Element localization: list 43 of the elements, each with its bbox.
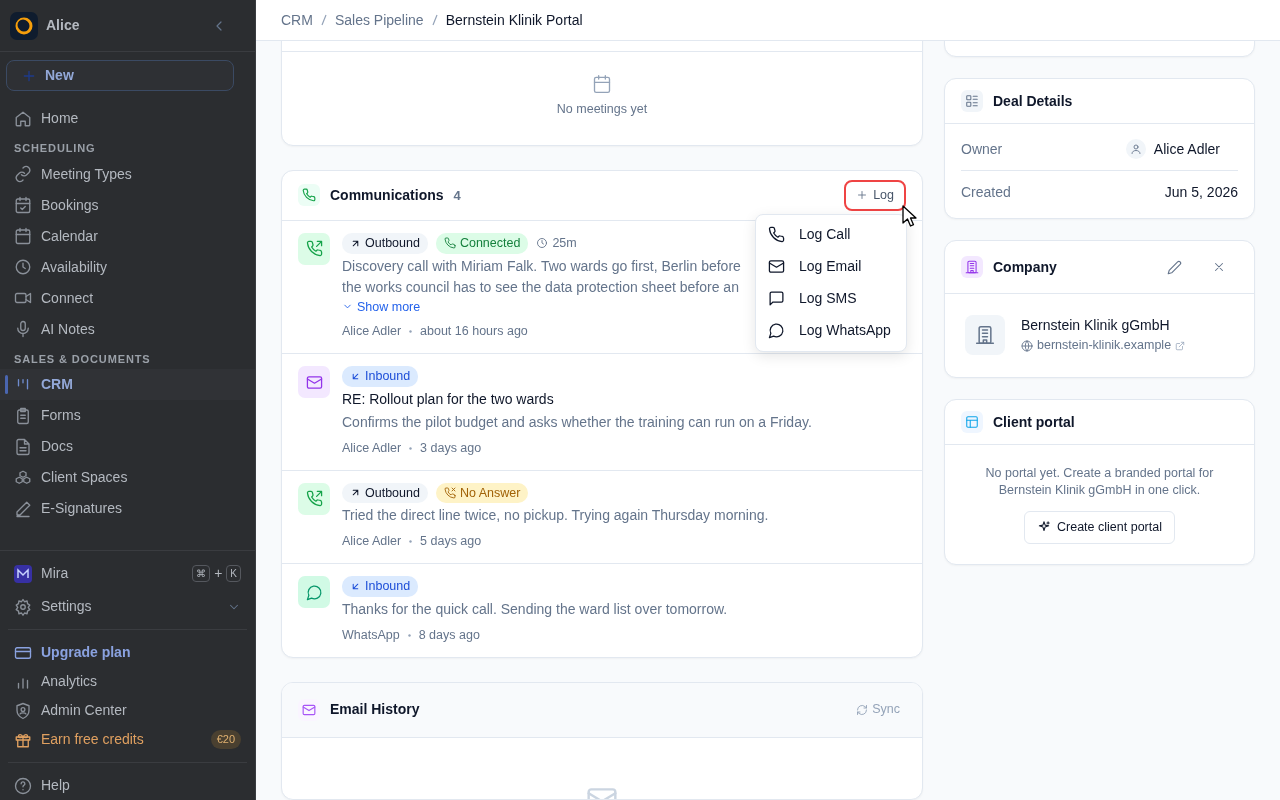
section-title: Communications bbox=[330, 185, 444, 205]
duration-label: 25m bbox=[536, 233, 577, 253]
card-title: Company bbox=[993, 257, 1057, 277]
assistant-label: Mira bbox=[41, 564, 70, 584]
author-label: Alice Adler bbox=[342, 533, 402, 551]
time-label: 8 days ago bbox=[418, 626, 480, 644]
time-label: 5 days ago bbox=[420, 533, 482, 551]
nav-label: Earn free credits bbox=[41, 730, 145, 750]
author-label: WhatsApp bbox=[342, 626, 400, 644]
message-text: Tried the direct line twice, no pickup. Trying again Thursday morning. bbox=[342, 506, 770, 526]
section-heading: SCHEDULING bbox=[13, 141, 97, 157]
time-label: about 16 hours ago bbox=[420, 323, 528, 341]
owner-name: Alice Adler bbox=[1153, 139, 1220, 159]
field-value: Jun 5, 2026 bbox=[1164, 183, 1238, 202]
direction-tag: Outbound bbox=[342, 232, 428, 254]
time-label: 3 days ago bbox=[420, 439, 482, 457]
count-label: 4 bbox=[453, 186, 461, 205]
author-label: Alice Adler bbox=[342, 323, 402, 341]
message-subject: RE: Rollout plan for the two wards bbox=[342, 389, 555, 409]
message-text: Confirms the pilot budget and asks whether the training can run on a Friday. bbox=[342, 412, 813, 432]
direction-tag: Inbound bbox=[342, 576, 419, 597]
key-cap: ⌘ bbox=[192, 565, 211, 583]
message-text: Thanks for the quick call. Sending the ward list over tomorrow. bbox=[342, 599, 729, 619]
status-tag: No Answer bbox=[435, 482, 529, 504]
field-label: Owner bbox=[961, 139, 1004, 159]
key-cap: K bbox=[226, 565, 241, 583]
section-heading: SALES & DOCUMENTS bbox=[13, 351, 152, 367]
plus-sign: + bbox=[214, 564, 223, 584]
workspace-name: Alice bbox=[46, 16, 81, 36]
direction-tag: Inbound bbox=[342, 366, 419, 387]
credit-badge: €20 bbox=[210, 730, 241, 749]
field-label: Created bbox=[961, 183, 1012, 202]
empty-state-text: No meetings yet bbox=[556, 101, 648, 118]
status-tag: Connected bbox=[435, 232, 529, 254]
section-title: Email History bbox=[330, 700, 420, 719]
author-label: Alice Adler bbox=[342, 439, 402, 457]
card-title: Client portal bbox=[993, 412, 1075, 432]
message-text: Discovery call with Miriam Falk. Two wards go first, Berlin before the works council has to see the data protection sheet before an bbox=[342, 256, 742, 297]
empty-state-text: No portal yet. Create a branded portal for Bernstein Klinik gGmbH in one click. bbox=[984, 465, 1215, 499]
company-name: Bernstein Klinik gGmbH bbox=[1021, 316, 1171, 336]
card-title: Deal Details bbox=[993, 91, 1073, 111]
settings-label: Settings bbox=[41, 597, 93, 617]
direction-tag: Outbound bbox=[342, 482, 428, 504]
